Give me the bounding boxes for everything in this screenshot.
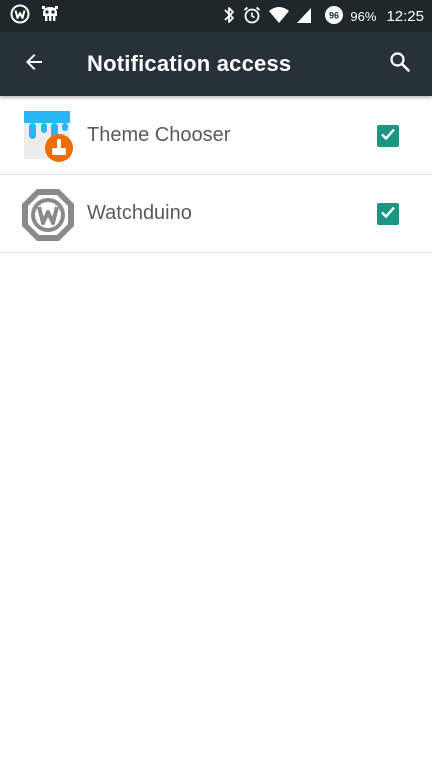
- list-item-label: Theme Chooser: [87, 124, 231, 146]
- page-title: Notification access: [87, 51, 292, 76]
- theme-chooser-icon: [20, 109, 76, 165]
- check-icon: [379, 125, 397, 148]
- notification-access-list: Theme Chooser Watchduino: [0, 97, 432, 253]
- app-bar: Notification access: [0, 32, 432, 96]
- battery-percent: 96%: [350, 8, 377, 24]
- check-icon: [379, 203, 397, 226]
- battery-badge-number: 96: [329, 10, 339, 20]
- arrow-back-icon: [22, 50, 46, 79]
- back-button[interactable]: [18, 48, 50, 80]
- alarm-icon: [242, 5, 262, 28]
- search-button[interactable]: [384, 48, 416, 80]
- cyanogen-mascot-icon: [40, 4, 60, 29]
- watchduino-notification-icon: [10, 4, 30, 29]
- watchduino-checkbox[interactable]: [377, 203, 399, 225]
- cell-signal-icon: [296, 6, 312, 27]
- status-left-icons: [10, 4, 60, 29]
- wifi-icon: [268, 5, 290, 28]
- list-item-theme-chooser[interactable]: Theme Chooser: [0, 97, 432, 175]
- theme-chooser-checkbox[interactable]: [377, 125, 399, 147]
- status-bar: 96 96% 12:25: [0, 0, 432, 32]
- search-icon: [388, 50, 412, 79]
- bluetooth-icon: [222, 5, 236, 28]
- clock: 12:25: [386, 7, 424, 25]
- watchduino-icon: [20, 187, 76, 243]
- list-item-watchduino[interactable]: Watchduino: [0, 175, 432, 253]
- list-item-label: Watchduino: [87, 202, 192, 224]
- battery-badge-icon: 96: [324, 5, 344, 28]
- status-right-icons: 96 96% 12:25: [222, 0, 424, 32]
